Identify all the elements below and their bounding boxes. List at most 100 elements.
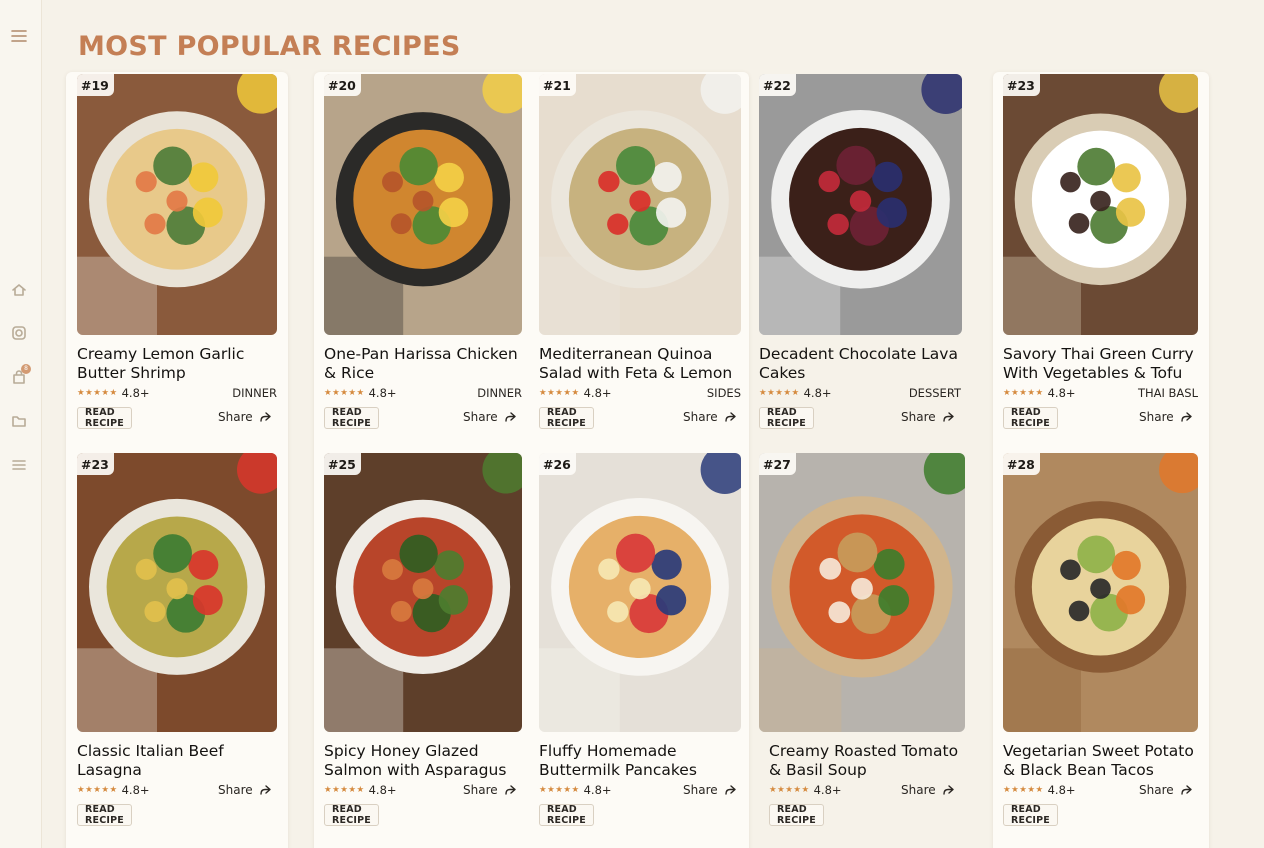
recipe-title-line: Classic Italian Beef <box>77 742 224 760</box>
recipe-title-line: Creamy Roasted Tomato <box>769 742 959 760</box>
rating: ★★★★★ 4.8+ <box>324 783 397 797</box>
recipe-title[interactable]: Spicy Honey Glazed Salmon with Asparagus <box>324 742 542 779</box>
rating-value: 4.8+ <box>813 783 842 797</box>
recipe-title[interactable]: Savory Thai Green Curry With Vegetables &… <box>1003 345 1218 382</box>
recipe-title[interactable]: Vegetarian Sweet Potato & Black Bean Taco… <box>1003 742 1218 779</box>
share-button[interactable]: Share <box>1139 410 1192 424</box>
recipe-title[interactable]: Creamy Roasted Tomato & Basil Soup <box>769 742 995 779</box>
recipe-image[interactable]: #22 <box>759 74 962 335</box>
recipe-title-line: Spicy Honey Glazed <box>324 742 479 760</box>
read-recipe-button[interactable]: READ RECIPE <box>77 804 132 826</box>
rating-value: 4.8+ <box>1047 783 1076 797</box>
recipe-title-line: & Black Bean Tacos <box>1003 760 1154 779</box>
recipe-title[interactable]: One-Pan Harissa Chicken & Rice <box>324 345 542 382</box>
recipe-title-line: Cakes <box>759 363 806 382</box>
rank-badge: #23 <box>77 453 114 475</box>
recipe-image[interactable]: #23 <box>1003 74 1198 335</box>
share-label: Share <box>683 783 718 797</box>
read-recipe-button[interactable]: READ RECIPE <box>77 407 132 429</box>
recipe-title[interactable]: Classic Italian Beef Lasagna <box>77 742 297 779</box>
share-button[interactable]: Share <box>901 410 954 424</box>
read-recipe-button[interactable]: READ RECIPE <box>539 407 594 429</box>
share-icon <box>1180 412 1192 422</box>
star-rating-icon: ★★★★★ <box>324 388 365 398</box>
recipe-title-line: Decadent Chocolate Lava <box>759 345 958 363</box>
read-recipe-button[interactable]: READ RECIPE <box>1003 407 1058 429</box>
share-label: Share <box>218 410 253 424</box>
rating-value: 4.8+ <box>368 386 397 400</box>
star-rating-icon: ★★★★★ <box>77 388 118 398</box>
instagram-icon[interactable] <box>9 323 29 343</box>
share-button[interactable]: Share <box>218 783 271 797</box>
bag-icon[interactable]: 8 <box>9 364 31 387</box>
star-rating-icon: ★★★★★ <box>539 785 580 795</box>
recipe-title-line: Fluffy Homemade <box>539 742 677 760</box>
category-label: DINNER <box>477 386 522 400</box>
recipe-title-line: Butter Shrimp <box>77 363 186 382</box>
rank-badge: #26 <box>539 453 576 475</box>
read-recipe-button[interactable]: READ RECIPE <box>539 804 594 826</box>
category-label: DESSERT <box>908 386 961 400</box>
recipe-title-line: Vegetarian Sweet Potato <box>1003 742 1194 760</box>
rank-badge: #22 <box>759 74 796 96</box>
rating-value: 4.8+ <box>583 386 612 400</box>
share-button[interactable]: Share <box>1139 783 1192 797</box>
recipe-title[interactable]: Decadent Chocolate Lava Cakes <box>759 345 982 382</box>
recipe-title-line: Lasagna <box>77 760 142 779</box>
read-recipe-button[interactable]: READ RECIPE <box>324 804 379 826</box>
share-button[interactable]: Share <box>683 410 736 424</box>
read-recipe-button[interactable]: READ RECIPE <box>1003 804 1058 826</box>
share-label: Share <box>463 783 498 797</box>
star-rating-icon: ★★★★★ <box>759 388 800 398</box>
read-recipe-button[interactable]: READ RECIPE <box>759 407 814 429</box>
recipe-image[interactable]: #23 <box>77 453 277 732</box>
recipe-image[interactable]: #25 <box>324 453 522 732</box>
category-label: DINNER <box>232 386 277 400</box>
star-rating-icon: ★★★★★ <box>324 785 365 795</box>
list-icon[interactable] <box>9 455 29 475</box>
share-button[interactable]: Share <box>218 410 271 424</box>
recipe-title[interactable]: Fluffy Homemade Buttermilk Pancakes <box>539 742 761 779</box>
rating-value: 4.8+ <box>803 386 832 400</box>
read-recipe-button[interactable]: READ RECIPE <box>324 407 379 429</box>
rank-badge: #28 <box>1003 453 1040 475</box>
rank-badge: #19 <box>77 74 114 96</box>
rank-badge: #25 <box>324 453 361 475</box>
recipe-title-line: Mediterranean Quinoa <box>539 345 713 363</box>
share-button[interactable]: Share <box>901 783 954 797</box>
share-icon <box>942 785 954 795</box>
recipe-title-line: Buttermilk Pancakes <box>539 760 697 779</box>
share-label: Share <box>901 783 936 797</box>
menu-icon[interactable] <box>9 26 29 46</box>
share-button[interactable]: Share <box>463 410 516 424</box>
rank-badge: #27 <box>759 453 796 475</box>
recipe-title-line: Salad with Feta & Lemon <box>539 363 733 382</box>
share-button[interactable]: Share <box>683 783 736 797</box>
read-recipe-button[interactable]: READ RECIPE <box>769 804 824 826</box>
rating: ★★★★★ 4.8+ <box>1003 783 1076 797</box>
folder-icon[interactable] <box>9 411 29 431</box>
rating: ★★★★★ 4.8+ <box>539 386 612 400</box>
category-label: SIDES <box>706 386 741 400</box>
home-icon[interactable] <box>9 280 29 300</box>
recipe-image[interactable]: #19 <box>77 74 277 335</box>
recipe-title[interactable]: Mediterranean Quinoa Salad with Feta & Le… <box>539 345 761 382</box>
star-rating-icon: ★★★★★ <box>1003 785 1044 795</box>
share-icon <box>504 785 516 795</box>
share-icon <box>259 785 271 795</box>
rating: ★★★★★ 4.8+ <box>77 386 150 400</box>
recipe-image[interactable]: #27 <box>759 453 965 732</box>
share-button[interactable]: Share <box>463 783 516 797</box>
rating-value: 4.8+ <box>1047 386 1076 400</box>
recipe-image[interactable]: #20 <box>324 74 522 335</box>
share-label: Share <box>901 410 936 424</box>
recipe-image[interactable]: #21 <box>539 74 741 335</box>
recipe-title-line: & Basil Soup <box>769 760 867 779</box>
rating-value: 4.8+ <box>121 386 150 400</box>
share-icon <box>724 785 736 795</box>
rating: ★★★★★ 4.8+ <box>1003 386 1076 400</box>
recipe-image[interactable]: #28 <box>1003 453 1198 732</box>
rating: ★★★★★ 4.8+ <box>759 386 832 400</box>
recipe-title[interactable]: Creamy Lemon Garlic Butter Shrimp <box>77 345 297 382</box>
recipe-image[interactable]: #26 <box>539 453 741 732</box>
